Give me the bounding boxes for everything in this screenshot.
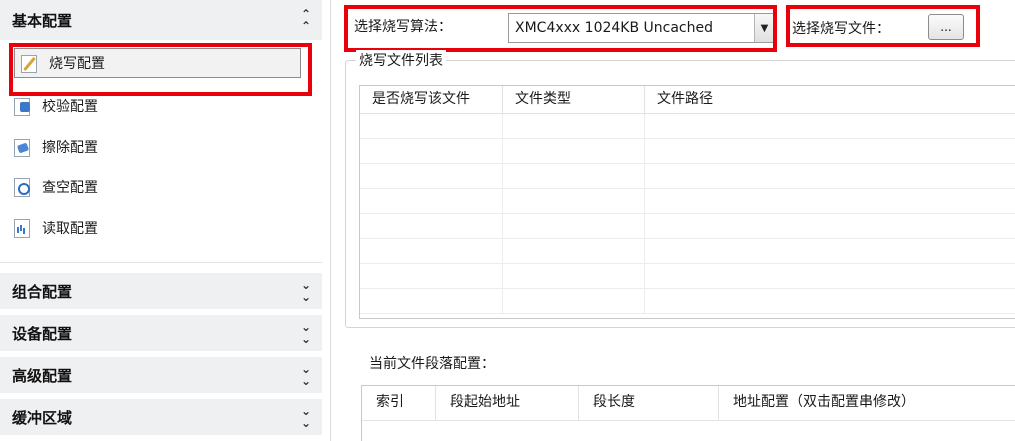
- table-row[interactable]: [360, 239, 1015, 264]
- section-title-basic: 基本配置: [12, 11, 73, 30]
- sidebar-item-burn-config[interactable]: 烧写配置: [14, 48, 301, 78]
- file-list-rows: [360, 114, 1015, 314]
- file-list-header: 是否烧写该文件 文件类型 文件路径: [360, 86, 1015, 114]
- table-cell: [360, 239, 503, 264]
- table-row[interactable]: [360, 189, 1015, 214]
- table-row[interactable]: [360, 289, 1015, 314]
- column-header-file-type[interactable]: 文件类型: [503, 86, 645, 114]
- column-header-start-address[interactable]: 段起始地址: [436, 386, 579, 421]
- section-header-advanced[interactable]: 高级配置 ⌄ ⌄: [0, 357, 322, 393]
- table-cell: [645, 214, 1015, 239]
- section-title-advanced: 高级配置: [12, 366, 73, 385]
- table-cell: [360, 114, 503, 139]
- table-row[interactable]: [360, 264, 1015, 289]
- chevron-down-icon[interactable]: ⌄ ⌄: [301, 405, 311, 429]
- sidebar-item-verify-config[interactable]: 校验配置: [12, 91, 98, 121]
- column-header-burn-flag[interactable]: 是否烧写该文件: [360, 86, 503, 114]
- table-cell: [503, 289, 645, 314]
- section-header-basic[interactable]: 基本配置 ⌃ ⌃: [0, 0, 322, 40]
- dropdown-arrow-icon[interactable]: ▼: [754, 14, 774, 42]
- table-row[interactable]: [360, 114, 1015, 139]
- table-cell: [360, 214, 503, 239]
- section-header-device[interactable]: 设备配置 ⌄ ⌄: [0, 315, 322, 351]
- table-cell: [503, 139, 645, 164]
- chevron-down-icon[interactable]: ⌄ ⌄: [301, 279, 311, 303]
- sidebar-item-read-config[interactable]: 读取配置: [12, 213, 98, 243]
- table-cell: [360, 164, 503, 189]
- section-title-combo: 组合配置: [12, 282, 73, 301]
- segment-table-header: 索引 段起始地址 段长度 地址配置（双击配置串修改）: [362, 386, 1015, 421]
- table-cell: [645, 239, 1015, 264]
- sidebar-item-blank-check-config[interactable]: 查空配置: [12, 172, 98, 202]
- file-list-table[interactable]: 是否烧写该文件 文件类型 文件路径: [359, 85, 1015, 319]
- edit-doc-icon: [19, 53, 39, 73]
- table-cell: [645, 289, 1015, 314]
- browse-file-button[interactable]: ...: [928, 14, 964, 40]
- section-body-basic: 烧写配置 校验配置 擦除配置 查空配置 读取配置: [0, 40, 322, 263]
- file-label: 选择烧写文件：: [792, 21, 890, 37]
- section-title-device: 设备配置: [12, 324, 73, 343]
- table-cell: [360, 189, 503, 214]
- table-row[interactable]: [360, 214, 1015, 239]
- table-cell: [645, 164, 1015, 189]
- segment-config-title: 当前文件段落配置：: [369, 356, 495, 372]
- table-cell: [360, 139, 503, 164]
- section-header-buffer[interactable]: 缓冲区域 ⌄ ⌄: [0, 399, 322, 435]
- segment-config-table[interactable]: 索引 段起始地址 段长度 地址配置（双击配置串修改）: [361, 385, 1015, 441]
- file-list-title: 烧写文件列表: [356, 50, 446, 70]
- left-nav-panel: 基本配置 ⌃ ⌃ 烧写配置 校验配置 擦除配置 查空配置 读取配置 组合配置 ⌄ ⌄…: [0, 0, 323, 441]
- table-row[interactable]: [360, 164, 1015, 189]
- table-cell: [503, 189, 645, 214]
- column-header-address-config[interactable]: 地址配置（双击配置串修改）: [719, 386, 1015, 421]
- sidebar-item-label: 读取配置: [42, 221, 98, 237]
- chevron-up-icon[interactable]: ⌃ ⌃: [301, 8, 311, 32]
- erase-doc-icon: [12, 137, 32, 157]
- sidebar-item-label: 擦除配置: [42, 140, 98, 156]
- chevron-down-icon[interactable]: ⌄ ⌄: [301, 363, 311, 387]
- table-cell: [360, 289, 503, 314]
- sidebar-item-label: 查空配置: [42, 180, 98, 196]
- sidebar-item-label: 烧写配置: [49, 56, 105, 72]
- table-cell: [503, 239, 645, 264]
- column-header-index[interactable]: 索引: [362, 386, 436, 421]
- column-header-segment-length[interactable]: 段长度: [579, 386, 719, 421]
- table-cell: [360, 264, 503, 289]
- blank-check-doc-icon: [12, 177, 32, 197]
- table-cell: [503, 164, 645, 189]
- algorithm-label: 选择烧写算法：: [354, 19, 452, 35]
- algorithm-select-value: XMC4xxx 1024KB Uncached: [515, 20, 713, 36]
- section-header-combo[interactable]: 组合配置 ⌄ ⌄: [0, 273, 322, 309]
- table-cell: [645, 139, 1015, 164]
- column-header-file-path[interactable]: 文件路径: [645, 86, 1015, 114]
- sidebar-item-label: 校验配置: [42, 99, 98, 115]
- read-doc-icon: [12, 218, 32, 238]
- table-cell: [645, 264, 1015, 289]
- table-cell: [645, 189, 1015, 214]
- table-cell: [503, 264, 645, 289]
- algorithm-select[interactable]: XMC4xxx 1024KB Uncached ▼: [508, 13, 775, 43]
- sidebar-item-erase-config[interactable]: 擦除配置: [12, 132, 98, 162]
- section-title-buffer: 缓冲区域: [12, 408, 73, 427]
- panel-divider: [330, 0, 331, 441]
- table-cell: [503, 214, 645, 239]
- table-cell: [645, 114, 1015, 139]
- chevron-down-icon[interactable]: ⌄ ⌄: [301, 321, 311, 345]
- verify-doc-icon: [12, 96, 32, 116]
- table-row[interactable]: [360, 139, 1015, 164]
- table-cell: [503, 114, 645, 139]
